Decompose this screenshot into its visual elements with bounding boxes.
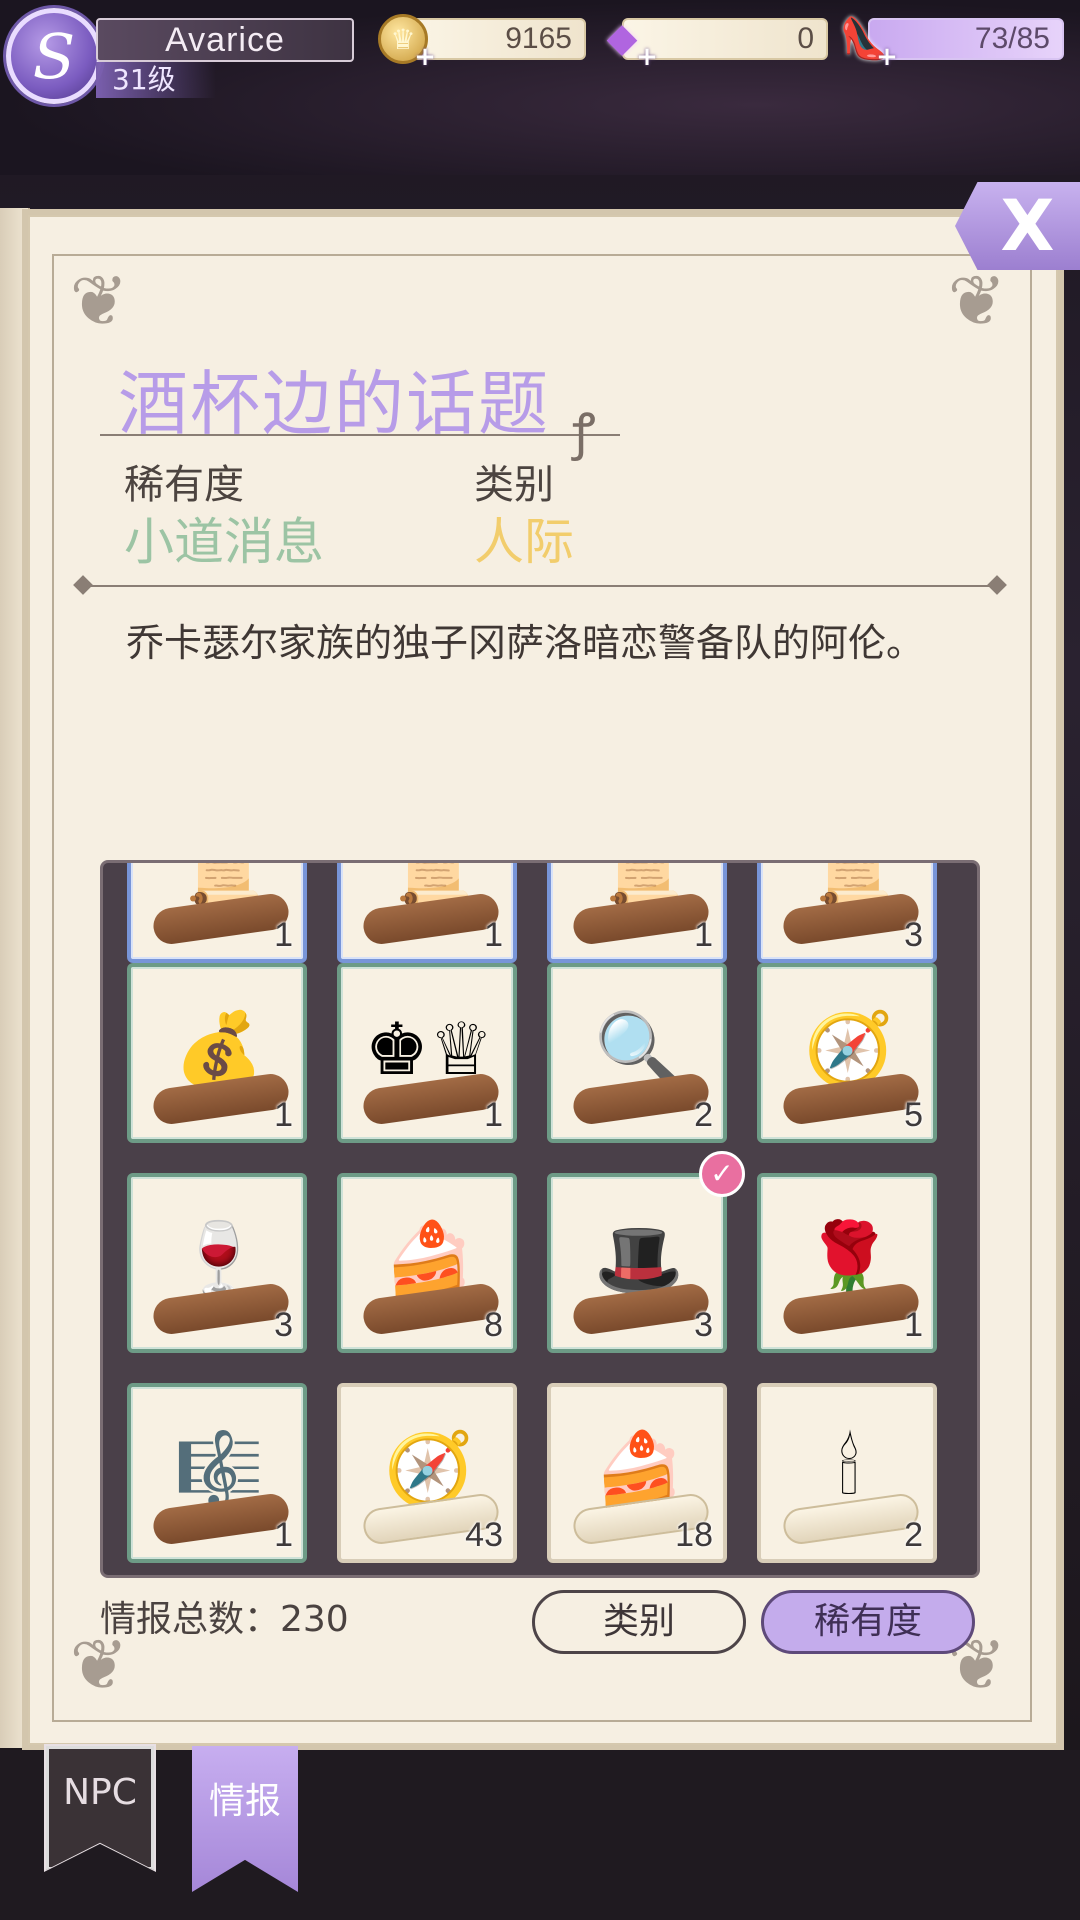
- item-count: 1: [694, 916, 713, 954]
- intel-item-cell[interactable]: 🍰 8: [337, 1173, 517, 1353]
- intel-item-cell[interactable]: 🧭 43: [337, 1383, 517, 1563]
- intel-item-cell[interactable]: 📜 1: [127, 863, 307, 963]
- item-count: 1: [274, 916, 293, 954]
- total-intel-count: 情报总数：230: [100, 1599, 349, 1640]
- item-count: 5: [904, 1096, 923, 1134]
- intel-item-cell[interactable]: 📜 1: [547, 863, 727, 963]
- item-count: 1: [904, 1306, 923, 1344]
- intel-item-cell[interactable]: 📜 1: [337, 863, 517, 963]
- item-count: 1: [274, 1516, 293, 1554]
- title-underline: [100, 434, 620, 436]
- corner-ornament-top-left-icon: ❦: [69, 260, 129, 342]
- section-divider: [80, 585, 1000, 587]
- player-name: Avarice: [96, 18, 354, 62]
- title-swirl-icon: ꝭ: [572, 403, 596, 461]
- item-count: 18: [675, 1516, 713, 1554]
- item-count: 2: [694, 1096, 713, 1134]
- intel-item-grid[interactable]: 📜 1 📜 1 📜 1 📜 3 💰 1 ♚♕ 1 🔍 2 🧭 5 🍷 3 🍰 8 🎩 3 ✓ 🌹 1 🎼 1 🧭 43 🍰 18 🕯 2: [100, 860, 980, 1578]
- intel-item-cell[interactable]: 🎩 3: [547, 1173, 727, 1353]
- rarity-value: 小道消息: [124, 513, 324, 571]
- intel-item-cell[interactable]: ♚♕ 1: [337, 963, 517, 1143]
- item-count: 3: [274, 1306, 293, 1344]
- item-count: 43: [465, 1516, 503, 1554]
- close-button[interactable]: X: [955, 182, 1080, 270]
- item-count: 3: [694, 1306, 713, 1344]
- intel-item-cell[interactable]: 🌹 1: [757, 1173, 937, 1353]
- item-count: 1: [484, 916, 503, 954]
- item-count: 1: [484, 1096, 503, 1134]
- intel-item-cell[interactable]: 🔍 2: [547, 963, 727, 1143]
- category-value: 人际: [474, 513, 574, 571]
- intel-item-cell[interactable]: 📜 3: [757, 863, 937, 963]
- item-count: 3: [904, 916, 923, 954]
- sort-by-category-button[interactable]: 类别: [532, 1590, 746, 1654]
- selected-check-icon: ✓: [699, 1151, 745, 1197]
- book-spine: [0, 208, 30, 1748]
- top-bar: S Avarice 31级 9165 ♛ + 0 ◆ + 73/85 👠 +: [0, 0, 1080, 175]
- add-stamina-plus-icon[interactable]: +: [876, 44, 898, 70]
- intel-item-cell[interactable]: 🧭 5: [757, 963, 937, 1143]
- bottom-bar: [0, 1750, 1080, 1920]
- item-count: 2: [904, 1516, 923, 1554]
- item-description: 乔卡瑟尔家族的独子冈萨洛暗恋警备队的阿伦。: [126, 621, 925, 665]
- add-gold-plus-icon[interactable]: +: [414, 44, 436, 70]
- player-level: 31级: [96, 62, 216, 98]
- sort-by-rarity-button[interactable]: 稀有度: [761, 1590, 975, 1654]
- intel-item-cell[interactable]: 🎼 1: [127, 1383, 307, 1563]
- add-diamond-plus-icon[interactable]: +: [636, 44, 658, 70]
- player-avatar[interactable]: S: [6, 8, 102, 104]
- intel-item-cell[interactable]: 💰 1: [127, 963, 307, 1143]
- item-count: 8: [484, 1306, 503, 1344]
- item-count: 1: [274, 1096, 293, 1134]
- intel-item-cell[interactable]: 🍷 3: [127, 1173, 307, 1353]
- intel-item-cell[interactable]: 🍰 18: [547, 1383, 727, 1563]
- intel-item-cell[interactable]: 🕯 2: [757, 1383, 937, 1563]
